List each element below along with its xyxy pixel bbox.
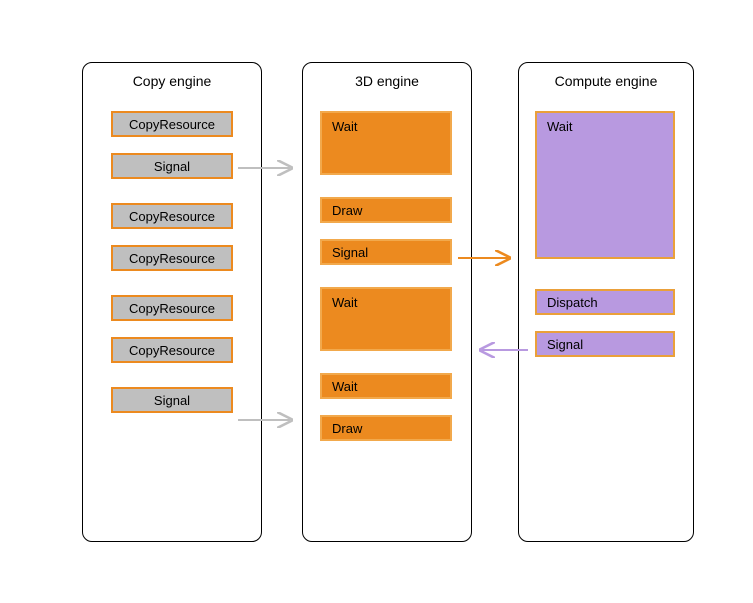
copy-block-copyresource: CopyResource: [111, 245, 233, 271]
block-label: CopyResource: [129, 301, 215, 316]
engine-compute: Compute engine Wait Dispatch Signal: [518, 62, 694, 542]
copy-block-copyresource: CopyResource: [111, 337, 233, 363]
d3-block-draw: Draw: [320, 415, 452, 441]
block-label: Signal: [154, 393, 190, 408]
block-label: Draw: [332, 421, 362, 436]
block-label: Wait: [332, 379, 358, 394]
engine-copy-title: Copy engine: [83, 63, 261, 97]
compute-block-dispatch: Dispatch: [535, 289, 675, 315]
copy-block-copyresource: CopyResource: [111, 203, 233, 229]
engine-3d: 3D engine Wait Draw Signal Wait Wait Dra…: [302, 62, 472, 542]
copy-block-copyresource: CopyResource: [111, 295, 233, 321]
block-label: Wait: [332, 295, 358, 310]
block-label: CopyResource: [129, 343, 215, 358]
compute-block-signal: Signal: [535, 331, 675, 357]
d3-block-draw: Draw: [320, 197, 452, 223]
block-label: CopyResource: [129, 251, 215, 266]
engine-compute-title: Compute engine: [519, 63, 693, 97]
compute-block-wait: Wait: [535, 111, 675, 259]
block-label: CopyResource: [129, 117, 215, 132]
d3-block-wait: Wait: [320, 373, 452, 399]
engine-copy: Copy engine CopyResource Signal CopyReso…: [82, 62, 262, 542]
block-label: Dispatch: [547, 295, 598, 310]
block-label: Draw: [332, 203, 362, 218]
copy-block-signal: Signal: [111, 153, 233, 179]
engine-3d-title: 3D engine: [303, 63, 471, 97]
copy-block-signal: Signal: [111, 387, 233, 413]
d3-block-wait: Wait: [320, 287, 452, 351]
block-label: Signal: [547, 337, 583, 352]
block-label: Wait: [332, 119, 358, 134]
d3-block-signal: Signal: [320, 239, 452, 265]
copy-block-copyresource: CopyResource: [111, 111, 233, 137]
block-label: CopyResource: [129, 209, 215, 224]
block-label: Wait: [547, 119, 573, 134]
block-label: Signal: [154, 159, 190, 174]
d3-block-wait: Wait: [320, 111, 452, 175]
block-label: Signal: [332, 245, 368, 260]
